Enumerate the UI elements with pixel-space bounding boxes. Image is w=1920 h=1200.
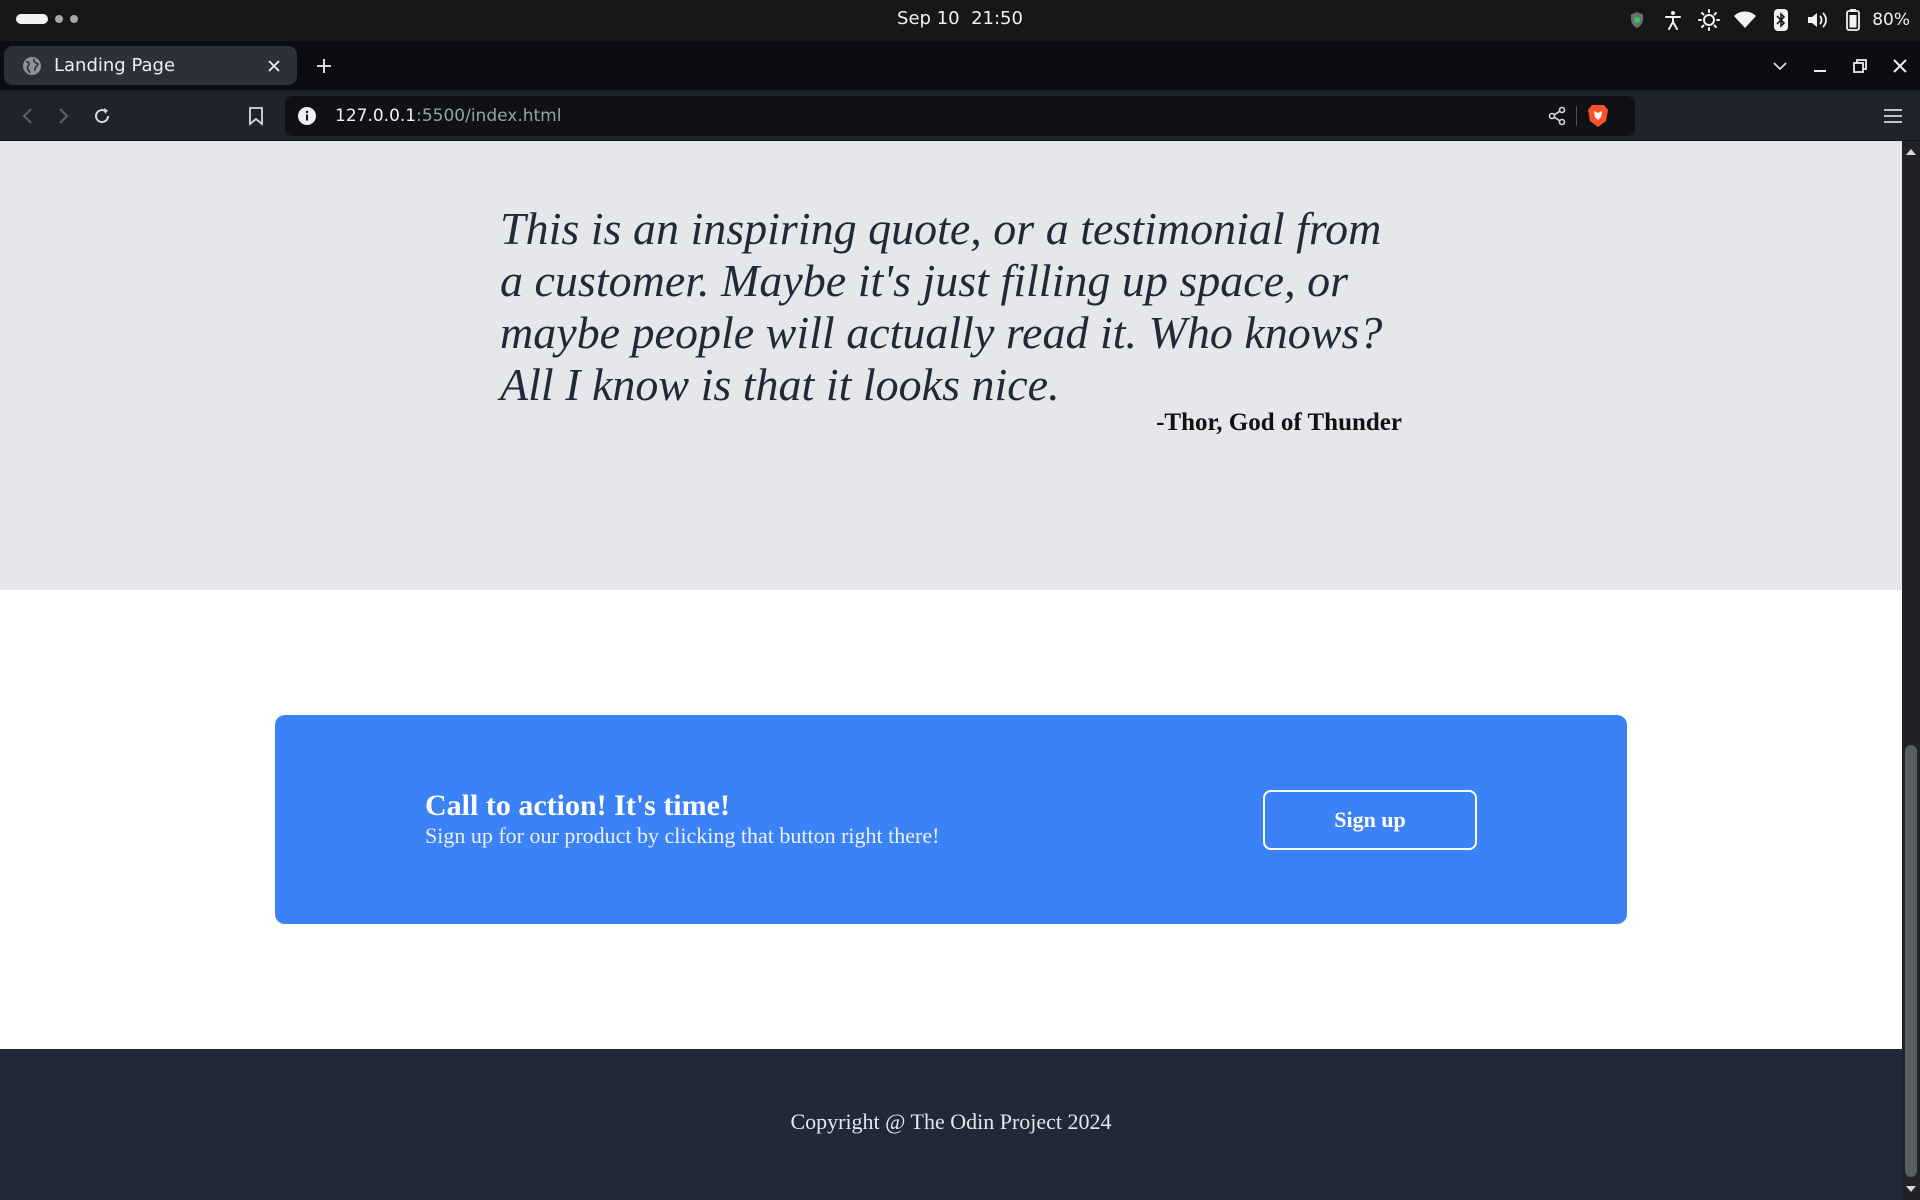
scroll-up-arrow[interactable] [1902,145,1920,159]
scrollbar-thumb[interactable] [1905,745,1917,1177]
quote-author: -Thor, God of Thunder [1156,409,1402,436]
url-path: :5500/index.html [416,106,562,126]
scroll-down-arrow[interactable] [1902,1182,1920,1196]
forward-button[interactable] [50,102,78,130]
back-button[interactable] [13,102,41,130]
chevron-down-icon [1773,61,1787,70]
accessibility-icon[interactable] [1662,9,1684,31]
bookmark-button[interactable] [242,102,270,130]
sign-up-button[interactable]: Sign up [1263,790,1477,850]
globe-icon [23,56,41,75]
quote-section: This is an inspiring quote, or a testimo… [0,141,1902,590]
footer: Copyright @ The Odin Project 2024 [0,1049,1902,1200]
chevron-right-icon [59,108,69,124]
wifi-icon[interactable] [1734,9,1757,31]
page-viewport: This is an inspiring quote, or a testimo… [0,141,1902,1200]
close-window-button[interactable] [1880,46,1920,86]
minimize-button[interactable] [1800,46,1840,86]
reload-icon [95,108,110,124]
brave-shields-icon[interactable] [1587,104,1609,128]
clock-time: 21:50 [971,8,1023,29]
minimize-icon [1814,69,1826,72]
call-to-action-box: Call to action! It's time! Sign up for o… [275,715,1627,924]
cta-title: Call to action! It's time! [425,789,730,822]
bookmark-icon [249,107,263,126]
window-controls [1760,41,1920,90]
address-bar[interactable]: 127.0.0.1:5500/index.html [285,96,1635,136]
vertical-scrollbar[interactable] [1902,141,1920,1200]
battery-percent: 80% [1872,10,1910,30]
restore-button[interactable] [1840,46,1880,86]
hamburger-icon [1884,109,1902,123]
cta-subtitle: Sign up for our product by clicking that… [425,823,940,848]
shield-icon[interactable] [1626,9,1648,31]
triangle-down-icon [1906,1186,1916,1192]
volume-icon[interactable] [1806,9,1828,31]
brightness-icon[interactable] [1698,9,1721,31]
url-text[interactable]: 127.0.0.1:5500/index.html [335,106,561,126]
bluetooth-icon[interactable] [1770,9,1792,31]
tab-landing-page[interactable]: Landing Page [4,46,297,85]
browser-toolbar: 127.0.0.1:5500/index.html [0,90,1920,141]
browser-tab-strip: Landing Page [0,41,1920,90]
workspace-dot [55,15,63,23]
divider [1576,106,1577,126]
plus-icon [317,59,331,73]
footer-copyright: Copyright @ The Odin Project 2024 [790,1109,1112,1134]
active-workspace-pill [16,14,48,24]
url-host: 127.0.0.1 [335,106,417,126]
triangle-up-icon [1906,149,1916,155]
main-menu-button[interactable] [1880,103,1906,129]
chevron-left-icon [22,108,32,124]
reload-button[interactable] [88,102,116,130]
tab-list-dropdown-button[interactable] [1760,46,1800,86]
tab-title: Landing Page [54,55,176,76]
site-info-icon[interactable] [297,106,317,126]
new-tab-button[interactable] [312,54,336,78]
restore-icon [1853,58,1867,73]
workspace-indicator[interactable] [16,14,78,24]
share-icon[interactable] [1547,106,1567,126]
os-top-bar: Sep 10 21:50 80% [0,0,1920,41]
battery-icon[interactable] [1842,9,1864,31]
close-icon[interactable] [265,57,283,75]
quote-text: This is an inspiring quote, or a testimo… [500,203,1383,410]
close-icon [1893,58,1907,73]
workspace-dot [70,15,78,23]
clock-date: Sep 10 [897,8,960,29]
system-tray[interactable]: 80% [1626,7,1910,33]
